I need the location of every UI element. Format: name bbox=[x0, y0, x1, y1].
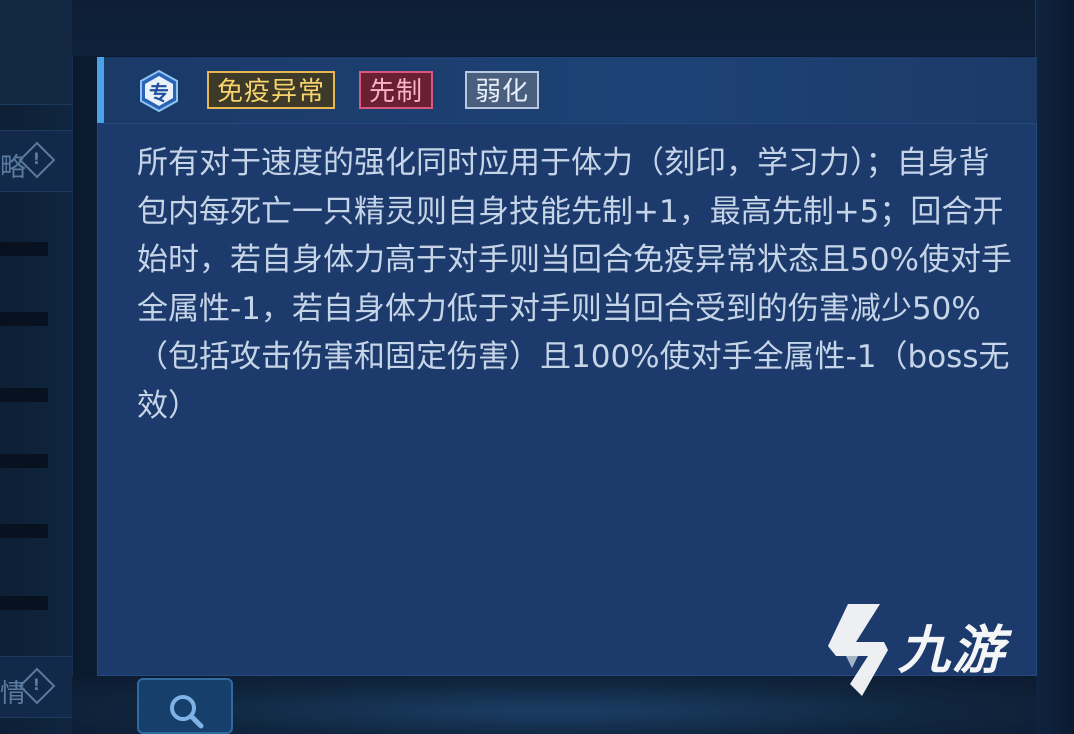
skill-description: 所有对于速度的强化同时应用于体力（刻印，学习力）；自身背包内每死亡一只精灵则自身… bbox=[137, 145, 1012, 424]
top-background bbox=[72, 0, 1036, 56]
divider-bar bbox=[0, 596, 48, 610]
watermark-text: 九游 bbox=[898, 621, 1007, 681]
left-side-panel: 略 情 bbox=[0, 0, 73, 734]
exclusive-skill-icon: 专 bbox=[138, 69, 180, 113]
left-row-label: 情 bbox=[0, 679, 27, 709]
divider-bar bbox=[0, 454, 48, 468]
divider-bar bbox=[0, 312, 48, 326]
right-side-panel bbox=[1035, 0, 1074, 734]
search-button[interactable] bbox=[137, 678, 233, 734]
divider-bar bbox=[0, 242, 48, 256]
left-top-panel bbox=[0, 0, 72, 105]
skill-tooltip: 专 免疫异常 先制 弱化 所有对于速度的强化同时应用于体力（刻印，学习力）；自身… bbox=[97, 57, 1037, 676]
left-row-strategy[interactable]: 略 bbox=[0, 130, 72, 192]
divider-bar bbox=[0, 524, 48, 538]
accent-bar bbox=[97, 57, 104, 123]
left-row-label: 略 bbox=[0, 153, 27, 183]
jiuyou-watermark: 九游 bbox=[818, 598, 1038, 708]
left-row-info[interactable]: 情 bbox=[0, 656, 72, 718]
tag-priority: 先制 bbox=[359, 71, 434, 109]
tag-weaken: 弱化 bbox=[465, 71, 540, 109]
divider-bar bbox=[0, 388, 48, 402]
jiuyou-logo-icon bbox=[828, 604, 888, 696]
tooltip-header: 专 免疫异常 先制 弱化 bbox=[104, 57, 1037, 124]
exclusive-icon-text: 专 bbox=[149, 81, 169, 105]
search-icon bbox=[170, 695, 204, 729]
tag-immune-status: 免疫异常 bbox=[207, 71, 336, 109]
